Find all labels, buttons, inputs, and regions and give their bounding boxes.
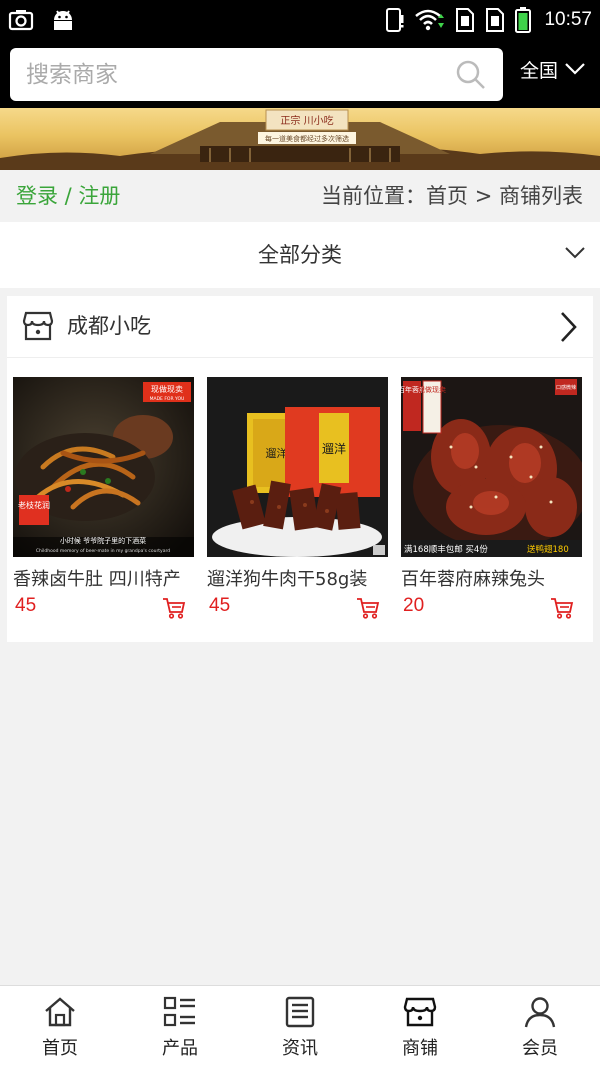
- store-icon: [22, 309, 54, 347]
- search-input[interactable]: [26, 48, 446, 101]
- cart-icon[interactable]: [550, 597, 574, 623]
- breadcrumb: 登录 / 注册 当前位置：首页 > 商铺列表: [0, 170, 600, 220]
- news-icon: [285, 996, 315, 1028]
- region-label: 全国: [520, 60, 559, 82]
- home-icon: [45, 997, 75, 1027]
- banner-image[interactable]: 正宗 川小吃 每一道美食都经过多次筛选: [0, 108, 600, 170]
- nav-member[interactable]: 会员: [480, 986, 600, 1067]
- chevron-down-icon: [564, 245, 586, 265]
- nav-stores[interactable]: 商铺: [360, 986, 480, 1067]
- shop-card: 成都小吃 现做现卖 MADE FOR YOU 老枝花润 小时候 爷爷院子里的下酒…: [7, 296, 593, 642]
- wifi-icon: [414, 8, 446, 32]
- bottom-nav: 首页 产品 资讯 商铺 会员: [0, 985, 600, 1067]
- product-image[interactable]: 现做现卖 MADE FOR YOU 老枝花润 小时候 爷爷院子里的下酒菜 Chi…: [13, 377, 194, 557]
- product-img-promo-b: 送鸭翅180: [527, 544, 569, 555]
- cart-icon[interactable]: [356, 597, 380, 623]
- product-price: 45: [15, 595, 37, 616]
- product-name[interactable]: 遛洋狗牛肉干58g装: [207, 565, 383, 591]
- banner-illustration: 正宗 川小吃 每一道美食都经过多次筛选: [0, 109, 600, 170]
- chevron-down-icon: [564, 59, 586, 81]
- product-img-tag: 现做现卖: [418, 385, 446, 394]
- nav-label: 商铺: [402, 1038, 438, 1059]
- search-header: 全国: [0, 40, 600, 108]
- status-bar: 10:57: [0, 0, 600, 40]
- sim1-icon: [454, 7, 476, 33]
- shop-header[interactable]: 成都小吃: [7, 296, 593, 358]
- search-box[interactable]: [10, 48, 503, 101]
- cart-icon[interactable]: [162, 597, 186, 623]
- store-icon: [403, 997, 437, 1027]
- product-name[interactable]: 百年蓉府麻辣兔头: [401, 565, 577, 591]
- product-list: 现做现卖 MADE FOR YOU 老枝花润 小时候 爷爷院子里的下酒菜 Chi…: [13, 377, 583, 623]
- user-icon: [524, 997, 556, 1028]
- nav-news[interactable]: 资讯: [240, 986, 360, 1067]
- banner-sign-main: 正宗 川小吃: [280, 114, 333, 127]
- product-img-tag: 现做现卖: [151, 384, 183, 394]
- product-price: 45: [209, 595, 231, 616]
- nav-home[interactable]: 首页: [0, 986, 120, 1067]
- screenshot-icon: [8, 8, 34, 32]
- product-img-tag-sub: MADE FOR YOU: [150, 396, 185, 402]
- region-selector[interactable]: 全国: [520, 56, 586, 83]
- banner-sign-sub: 每一道美食都经过多次筛选: [265, 134, 349, 143]
- login-register-link[interactable]: 登录 / 注册: [16, 180, 120, 210]
- product-img-caption-en: Childhood memory of beer-mate in my gran…: [36, 548, 170, 554]
- nav-label: 资讯: [282, 1038, 318, 1059]
- current-location: 当前位置：首页 > 商铺列表: [321, 184, 583, 208]
- battery-icon: [514, 6, 532, 34]
- product-price: 20: [403, 595, 425, 616]
- product-card[interactable]: 百年蓉府 现做现卖 口感微辣 满168顺丰包邮 买4份 送鸭翅180 百年蓉府麻…: [401, 377, 582, 623]
- grid-list-icon: [163, 996, 195, 1027]
- nav-products[interactable]: 产品: [120, 986, 240, 1067]
- product-card[interactable]: 遛洋狗 遛洋 遛洋狗牛肉干58g装 45: [207, 377, 388, 623]
- nav-label: 首页: [42, 1038, 78, 1059]
- product-img-caption: 小时候 爷爷院子里的下酒菜: [60, 536, 146, 545]
- category-label: 全部分类: [258, 243, 342, 267]
- status-time: 10:57: [544, 9, 592, 30]
- nav-label: 产品: [162, 1038, 198, 1059]
- search-icon[interactable]: [455, 59, 487, 95]
- android-icon: [50, 8, 76, 32]
- product-card[interactable]: 现做现卖 MADE FOR YOU 老枝花润 小时候 爷爷院子里的下酒菜 Chi…: [13, 377, 194, 623]
- sim2-icon: [484, 7, 506, 33]
- category-dropdown[interactable]: 全部分类: [0, 222, 600, 288]
- product-image[interactable]: 百年蓉府 现做现卖 口感微辣 满168顺丰包邮 买4份 送鸭翅180: [401, 377, 582, 557]
- product-image[interactable]: 遛洋狗 遛洋: [207, 377, 388, 557]
- chevron-right-icon[interactable]: [559, 310, 579, 348]
- product-name[interactable]: 香辣卤牛肚 四川特产: [13, 565, 189, 591]
- product-img-pack-right: 遛洋: [322, 441, 346, 456]
- product-img-seal: 老枝花润: [18, 500, 50, 510]
- shop-name: 成都小吃: [67, 314, 151, 338]
- nav-label: 会员: [522, 1038, 558, 1059]
- product-img-promo-a: 满168顺丰包邮 买4份: [404, 544, 488, 555]
- phone-alert-icon: [384, 7, 406, 33]
- product-img-corner: 口感微辣: [556, 384, 576, 391]
